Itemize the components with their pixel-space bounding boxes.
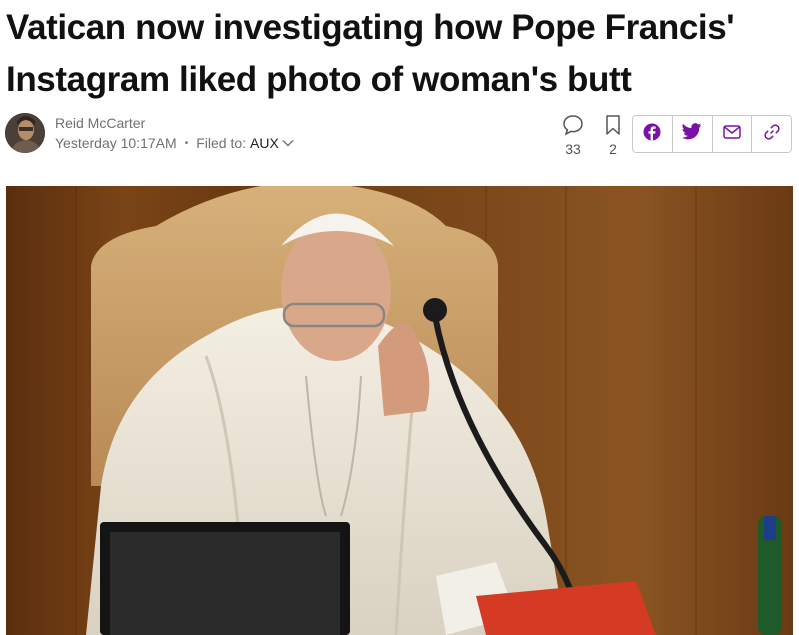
comments-button[interactable]: 33 bbox=[558, 113, 588, 157]
filed-to-label: Filed to: bbox=[196, 135, 247, 151]
byline: Reid McCarter Yesterday 10:17AM • Filed … bbox=[5, 113, 335, 155]
hero-image bbox=[6, 186, 793, 635]
publish-timestamp: Yesterday 10:17AM bbox=[55, 135, 177, 151]
chevron-down-icon[interactable] bbox=[282, 139, 294, 147]
twitter-icon bbox=[681, 123, 702, 145]
share-email-button[interactable] bbox=[713, 116, 753, 152]
author-name[interactable]: Reid McCarter bbox=[55, 115, 145, 131]
meta-separator: • bbox=[184, 137, 189, 149]
comments-count: 33 bbox=[565, 141, 581, 157]
share-twitter-button[interactable] bbox=[673, 116, 713, 152]
byline-meta: Yesterday 10:17AM • Filed to: AUX bbox=[55, 135, 294, 151]
category-link[interactable]: AUX bbox=[250, 135, 279, 151]
share-bar bbox=[632, 115, 792, 153]
share-facebook-button[interactable] bbox=[633, 116, 673, 152]
saves-count: 2 bbox=[609, 141, 617, 157]
share-link-button[interactable] bbox=[752, 116, 791, 152]
engagement-counters: 33 2 bbox=[558, 113, 628, 159]
facebook-icon bbox=[643, 123, 661, 146]
link-icon bbox=[763, 123, 781, 146]
email-icon bbox=[723, 124, 741, 144]
bookmark-icon bbox=[598, 113, 628, 137]
save-button[interactable]: 2 bbox=[598, 113, 628, 157]
author-avatar[interactable] bbox=[5, 113, 45, 153]
article-headline: Vatican now investigating how Pope Franc… bbox=[6, 8, 735, 99]
comment-bubble-icon bbox=[558, 113, 588, 137]
